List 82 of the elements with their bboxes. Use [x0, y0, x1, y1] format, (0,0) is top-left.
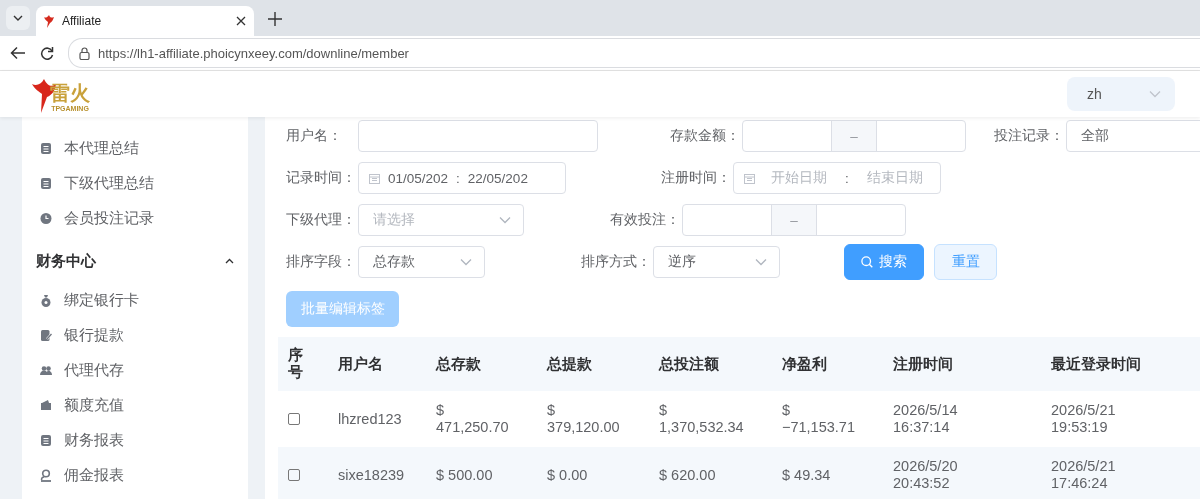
- chevron-down-icon: [13, 15, 23, 21]
- text-field[interactable]: [358, 120, 598, 152]
- document-icon: [40, 142, 52, 155]
- date-range-field[interactable]: 01/05/202 : 22/05/202: [358, 162, 566, 194]
- sidebar-item[interactable]: 佣金报表: [22, 458, 248, 493]
- field-label: 下级代理：: [286, 211, 357, 229]
- chevron-up-icon: [225, 258, 234, 264]
- users-icon: [40, 364, 52, 377]
- logo-title: 雷火: [50, 82, 90, 104]
- field-label: 存款金额：: [670, 127, 741, 145]
- field-label: 有效投注：: [610, 211, 681, 229]
- chevron-down-icon: [499, 216, 511, 224]
- field-label: 排序方式：: [581, 253, 652, 271]
- calendar-icon: [369, 172, 380, 184]
- column-header: 最近登录时间: [1041, 337, 1200, 391]
- table-cell-text: $ 49.34: [782, 466, 832, 484]
- back-icon: [10, 46, 26, 60]
- money-bag-icon: [40, 294, 52, 307]
- lock-icon: [79, 46, 90, 60]
- table-cell-text: $ −71,153.71: [782, 402, 856, 436]
- table-cell-text: $ 471,250.70: [436, 402, 510, 436]
- tab-title: Affiliate: [62, 14, 103, 28]
- sidebar-item[interactable]: 下级代理总结: [22, 166, 248, 201]
- column-header: 总提款: [537, 337, 649, 391]
- edit-icon: [40, 329, 52, 342]
- range-separator: –: [771, 205, 817, 235]
- sidebar-group-header[interactable]: 财务中心: [22, 239, 248, 283]
- table-cell: sixe18239: [338, 466, 405, 483]
- table-cell-text: $ 379,120.00: [547, 402, 621, 436]
- reload-icon: [40, 46, 54, 60]
- sidebar-item[interactable]: 财务报表: [22, 423, 248, 458]
- column-header: 净盈利: [772, 337, 883, 391]
- wallet-icon: [40, 399, 52, 412]
- table-cell-text: $ 0.00: [547, 466, 589, 484]
- sidebar-item[interactable]: 会员投注记录: [22, 201, 248, 236]
- table-cell: 2026/5/14 16:37:14: [893, 402, 958, 436]
- date-range-field[interactable]: 开始日期 : 结束日期: [733, 162, 941, 194]
- table-cell: $ 1,370,532.34: [659, 402, 744, 436]
- sidebar-item[interactable]: 本代理总结: [22, 131, 248, 166]
- field-label: 用户名：: [286, 127, 343, 145]
- document-icon: [40, 434, 52, 447]
- address-bar[interactable]: https://lh1-affiliate.phoicynxeey.com/downline/member: [68, 38, 1200, 68]
- column-header: 总存款: [426, 337, 537, 391]
- row-checkbox[interactable]: [288, 413, 300, 425]
- close-icon: [236, 16, 246, 26]
- select-field[interactable]: 全部: [1066, 120, 1200, 152]
- chevron-down-icon: [1149, 90, 1161, 98]
- sidebar-item[interactable]: 银行提款: [22, 318, 248, 353]
- field-label: 注册时间：: [661, 169, 732, 187]
- user-icon: [40, 469, 52, 482]
- select-field[interactable]: 逆序: [653, 246, 780, 278]
- table-cell: lhzred123: [338, 410, 402, 427]
- field-label: 排序字段：: [286, 253, 357, 271]
- table-cell: 2026/5/21 17:46:24: [1051, 458, 1116, 492]
- sidebar-item[interactable]: 代理代存: [22, 353, 248, 388]
- new-tab-icon: [268, 12, 282, 26]
- sidebar-item[interactable]: 绑定银行卡: [22, 283, 248, 318]
- chevron-down-icon: [460, 258, 472, 266]
- range-separator: –: [831, 121, 877, 151]
- search-icon: [861, 256, 873, 268]
- chevron-down-icon: [755, 258, 767, 266]
- language-select[interactable]: zh: [1067, 77, 1175, 111]
- column-header: 用户名: [328, 337, 426, 391]
- table-cell-text: $ 620.00: [659, 466, 717, 484]
- flame-icon: [44, 14, 54, 28]
- clock-icon: [40, 212, 52, 225]
- table-cell: 2026/5/20 20:43:52: [893, 458, 958, 492]
- table-cell: 2026/5/21 19:53:19: [1051, 402, 1116, 436]
- url-text: https://lh1-affiliate.phoicynxeey.com/downline/member: [98, 45, 409, 61]
- select-field[interactable]: 总存款: [358, 246, 485, 278]
- calendar-icon: [744, 172, 755, 184]
- row-checkbox[interactable]: [288, 469, 300, 481]
- document-icon: [40, 177, 52, 190]
- column-header: 总投注额: [649, 337, 772, 391]
- sidebar-item[interactable]: 额度充值: [22, 388, 248, 423]
- browser-tab[interactable]: Affiliate: [36, 6, 254, 36]
- field-label: 投注记录：: [994, 127, 1065, 145]
- column-header: 序号: [288, 347, 303, 381]
- table-cell-text: $ 500.00: [436, 466, 494, 484]
- field-label: 记录时间：: [286, 169, 357, 187]
- tab-list-button[interactable]: [6, 6, 30, 30]
- column-header: 注册时间: [883, 337, 1041, 391]
